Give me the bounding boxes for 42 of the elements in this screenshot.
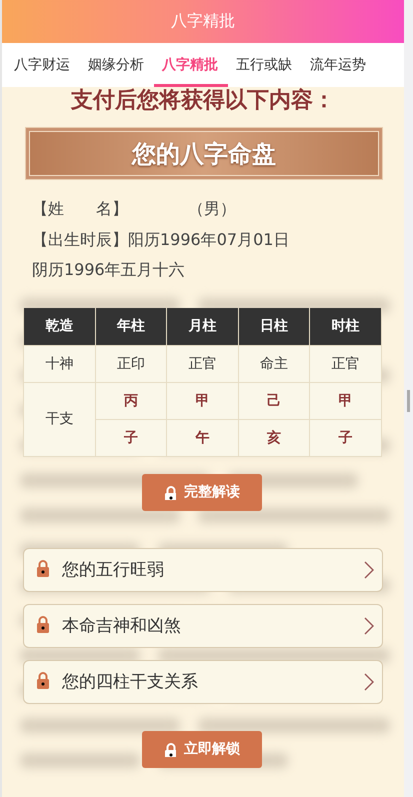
table-cell: 正官 xyxy=(166,345,238,382)
column-header: 年柱 xyxy=(95,308,167,345)
lock-icon xyxy=(164,742,176,756)
chevron-right-icon xyxy=(364,672,374,690)
tab[interactable]: 八字财运 xyxy=(6,43,80,87)
tab[interactable]: 流年运势 xyxy=(302,43,376,87)
birth-date-text: 【出生时辰】阳历1996年07月01日 xyxy=(32,230,290,248)
table-cell: 亥 xyxy=(238,419,310,456)
gender-text: （男） xyxy=(188,199,236,218)
row-header: 干支 xyxy=(24,382,96,456)
locked-item[interactable]: 您的五行旺弱 xyxy=(23,548,383,592)
lock-icon xyxy=(164,484,176,500)
tab[interactable]: 五行或缺 xyxy=(228,43,302,87)
table-cell: 甲 xyxy=(166,382,238,419)
locked-item[interactable]: 本命吉神和凶煞 xyxy=(23,604,383,648)
column-header: 日柱 xyxy=(238,308,310,345)
lock-icon xyxy=(36,559,52,580)
section-heading: 支付后您将获得以下内容： xyxy=(70,88,336,114)
lock-icon xyxy=(36,671,52,692)
table-cell: 午 xyxy=(166,419,238,456)
chevron-right-icon xyxy=(364,616,374,634)
table-cell: 己 xyxy=(238,382,310,419)
banner-title: 您的八字命盘 xyxy=(132,138,276,170)
chevron-right-icon xyxy=(364,560,374,578)
scrollbar-thumb[interactable] xyxy=(407,390,410,412)
column-header: 乾造 xyxy=(24,308,96,345)
table-cell: 子 xyxy=(95,419,167,456)
table-cell: 甲 xyxy=(310,382,382,419)
lunar-date-text: 阴历1996年五月十六 xyxy=(32,260,185,279)
table-cell: 子 xyxy=(310,419,382,456)
column-header: 月柱 xyxy=(166,308,238,345)
table-cell: 正印 xyxy=(95,345,167,382)
locked-item[interactable]: 您的四柱干支关系 xyxy=(23,660,383,704)
table-cell: 命主 xyxy=(238,345,310,382)
name-label: 【姓 名】 xyxy=(32,199,128,218)
tab[interactable]: 姻缘分析 xyxy=(80,43,154,87)
page-title: 八字精批 xyxy=(171,11,235,32)
lock-icon xyxy=(36,615,52,636)
row-header: 十神 xyxy=(24,345,96,382)
table-cell: 丙 xyxy=(95,382,167,419)
table-cell: 正官 xyxy=(310,345,382,382)
column-header: 时柱 xyxy=(310,308,382,345)
